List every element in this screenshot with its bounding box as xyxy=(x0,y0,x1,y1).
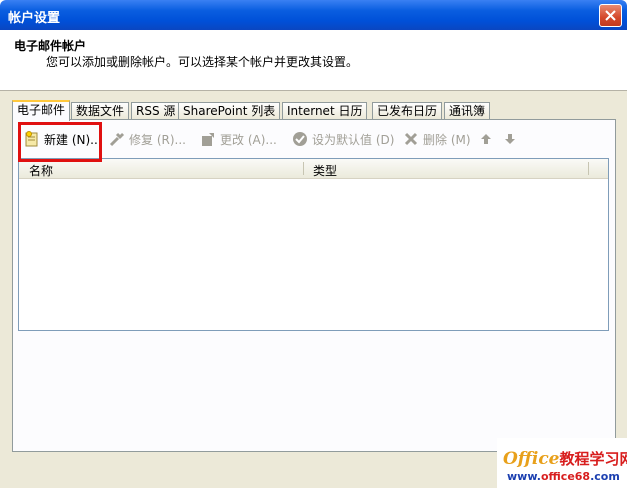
watermark-url: www.office68.com xyxy=(507,470,620,483)
tab-rss-feeds[interactable]: RSS 源 xyxy=(131,102,181,119)
tab-address-books[interactable]: 通讯簿 xyxy=(444,102,491,119)
remove-button-label: 删除 (M) xyxy=(423,132,471,147)
set-default-button[interactable]: 设为默认值 (D) xyxy=(292,130,394,148)
tab-internet-calendars[interactable]: Internet 日历 xyxy=(282,102,368,119)
move-up-button[interactable] xyxy=(478,130,494,148)
repair-button-label: 修复 (R)... xyxy=(129,132,186,147)
watermark-url-prefix: www. xyxy=(507,470,541,483)
highlight-box xyxy=(18,122,102,162)
change-button-label: 更改 (A)... xyxy=(220,132,277,147)
tab-data-files[interactable]: 数据文件 xyxy=(71,102,130,119)
delete-x-icon xyxy=(403,131,419,147)
toolbar: 新建 (N)... 修复 (R)... 更改 (A)... 设为默认值 (D) … xyxy=(12,122,612,158)
close-icon xyxy=(605,10,616,21)
set-default-button-label: 设为默认值 (D) xyxy=(312,132,395,147)
watermark-url-suffix: .com xyxy=(590,470,620,483)
column-name[interactable]: 名称 xyxy=(29,162,53,179)
wrench-icon xyxy=(109,131,125,147)
change-button[interactable]: 更改 (A)... xyxy=(200,130,277,148)
column-divider[interactable] xyxy=(588,162,589,175)
tab-email[interactable]: 电子邮件 xyxy=(12,100,71,121)
watermark: Office教程学习网 www.office68.com xyxy=(497,438,627,488)
column-type[interactable]: 类型 xyxy=(313,162,337,179)
watermark-url-mid: office68 xyxy=(540,470,591,483)
tab-published-calendars[interactable]: 已发布日历 xyxy=(372,102,443,119)
title-bar: 帐户设置 xyxy=(0,0,627,30)
header-title: 电子邮件帐户 xyxy=(14,39,87,53)
header-description: 您可以添加或删除帐户。可以选择某个帐户并更改其设置。 xyxy=(46,55,359,69)
remove-button[interactable]: 删除 (M) xyxy=(403,130,471,148)
watermark-brand-en: Office xyxy=(503,449,560,469)
accounts-list[interactable]: 名称 类型 xyxy=(18,158,609,331)
tab-sharepoint-lists[interactable]: SharePoint 列表 xyxy=(178,102,281,119)
dialog-header: 电子邮件帐户 您可以添加或删除帐户。可以选择某个帐户并更改其设置。 xyxy=(0,30,627,91)
move-down-button[interactable] xyxy=(502,130,518,148)
close-button[interactable] xyxy=(599,4,622,27)
window-title: 帐户设置 xyxy=(8,11,61,26)
watermark-brand: Office教程学习网 xyxy=(503,448,627,469)
checkmark-icon xyxy=(292,131,308,147)
column-divider[interactable] xyxy=(303,162,304,175)
list-header: 名称 类型 xyxy=(19,159,608,179)
arrow-up-icon xyxy=(478,131,494,147)
repair-button[interactable]: 修复 (R)... xyxy=(109,130,186,148)
watermark-brand-cn: 教程学习网 xyxy=(559,450,627,468)
change-account-icon xyxy=(200,131,216,147)
arrow-down-icon xyxy=(502,131,518,147)
